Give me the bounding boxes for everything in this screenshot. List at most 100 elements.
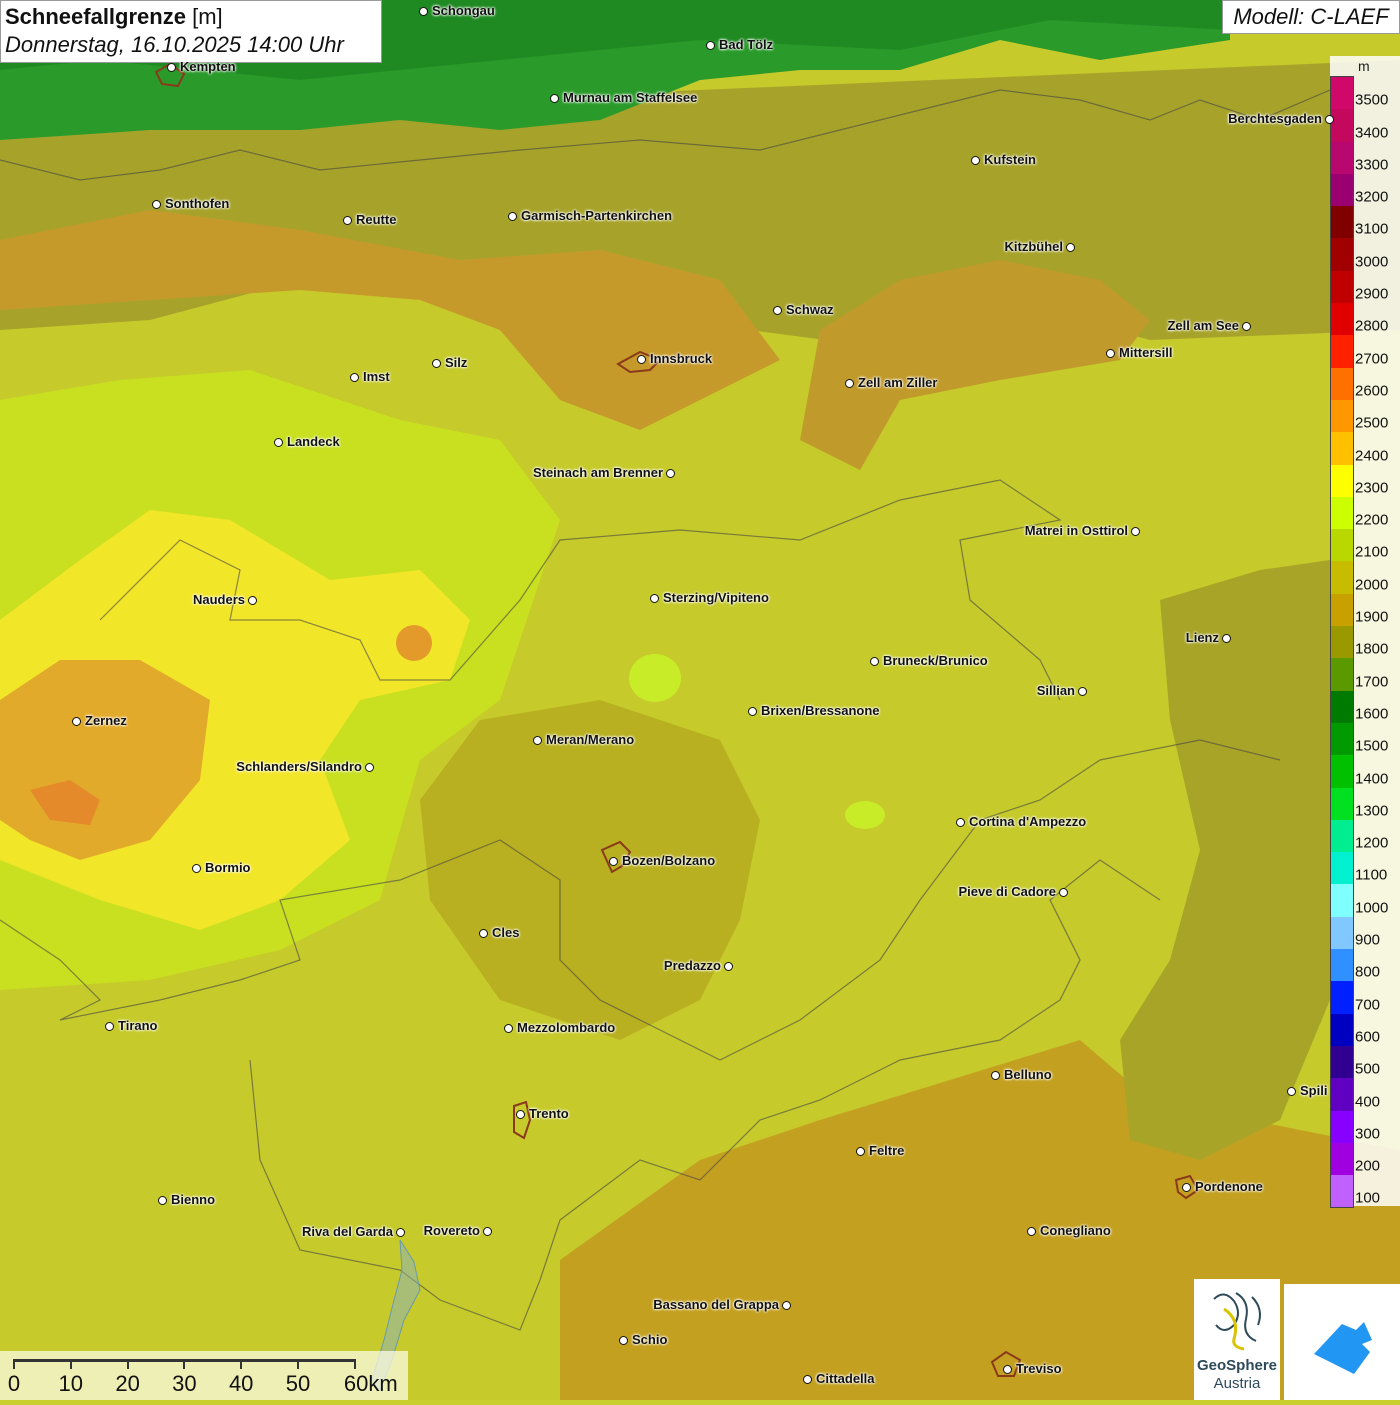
city-marker <box>533 736 542 745</box>
legend-label: 2100 <box>1355 543 1389 561</box>
city-label: Bormio <box>205 860 251 875</box>
city-label: Kempten <box>180 59 236 74</box>
scale-tick-label: 30 <box>172 1371 197 1396</box>
city-marker <box>248 596 257 605</box>
city-marker <box>1287 1087 1296 1096</box>
legend-label: 100 <box>1355 1189 1381 1207</box>
zone-lime-spot <box>629 654 681 702</box>
city-label: Cortina d'Ampezzo <box>969 814 1087 829</box>
legend-label: 1100 <box>1355 866 1388 884</box>
city-label: Bassano del Grappa <box>653 1297 779 1312</box>
legend-label: 500 <box>1355 1060 1381 1078</box>
legend-swatch <box>1331 1078 1353 1111</box>
city-label: Schwaz <box>786 302 834 317</box>
weather-app-logo[interactable] <box>1284 1284 1400 1400</box>
legend-label: 1000 <box>1355 899 1389 917</box>
model-label: Modell: C-LAEF <box>1222 0 1400 34</box>
legend-label: 2000 <box>1355 576 1389 594</box>
legend-swatch <box>1331 238 1353 271</box>
city-marker <box>1242 322 1251 331</box>
city-label: Conegliano <box>1040 1223 1111 1238</box>
city-label: Bienno <box>171 1192 216 1207</box>
city-marker <box>609 857 618 866</box>
city-marker <box>504 1024 513 1033</box>
city-marker <box>650 594 659 603</box>
legend-swatch <box>1331 1142 1353 1176</box>
scale-tick <box>353 1359 356 1369</box>
city-label: Brixen/Bressanone <box>761 703 880 718</box>
city-marker <box>706 41 715 50</box>
city-marker <box>666 469 675 478</box>
legend-swatch <box>1331 141 1353 174</box>
city-marker <box>274 438 283 447</box>
city-marker <box>550 94 559 103</box>
city-label: Imst <box>363 369 390 384</box>
legend-swatch <box>1331 206 1353 239</box>
city-label: Steinach am Brenner <box>532 465 663 480</box>
city-marker <box>748 707 757 716</box>
legend-unit: m <box>1358 58 1370 74</box>
city-label: Schlanders/Silandro <box>236 759 362 774</box>
city-label: Zernez <box>85 713 127 728</box>
city-marker <box>158 1196 167 1205</box>
legend-label: 600 <box>1355 1028 1381 1046</box>
color-legend: m 3500 3400 3300 3200 3100 3000 2900 2800 2700 26… <box>1330 56 1400 1209</box>
scale-tick-label: 10 <box>58 1371 84 1396</box>
scale-tick-label: 50 <box>285 1371 311 1396</box>
legend-label: 2200 <box>1355 511 1389 529</box>
city-label: Reutte <box>356 212 397 227</box>
city-label: Feltre <box>869 1143 905 1158</box>
legend-bar <box>1330 76 1354 1209</box>
legend-label: 1200 <box>1355 834 1389 852</box>
city-label: Berchtesgaden <box>1228 111 1322 126</box>
city-label: Nauders <box>192 592 245 607</box>
geosphere-logo-icon <box>1213 1292 1261 1351</box>
weather-app-logo-icon <box>1314 1322 1372 1374</box>
city-marker <box>856 1147 865 1156</box>
city-label: Kufstein <box>984 152 1036 167</box>
city-marker <box>619 1336 628 1345</box>
city-label: Murnau am Staffelsee <box>563 90 698 105</box>
city-marker <box>1106 349 1115 358</box>
city-marker <box>192 864 201 873</box>
legend-swatch <box>1331 77 1353 110</box>
scale-tick <box>13 1359 15 1369</box>
city-label: Sterzing/Vipiteno <box>663 590 769 605</box>
city-label: Matrei in Osttirol <box>1024 523 1128 538</box>
city-marker <box>516 1110 525 1119</box>
legend-swatch <box>1331 270 1353 304</box>
city-marker <box>508 212 517 221</box>
city-marker <box>956 818 965 827</box>
legend-swatch <box>1331 819 1353 853</box>
legend-label: 1300 <box>1355 802 1389 820</box>
legend-label: 3100 <box>1355 220 1389 238</box>
title-box: Schneefallgrenze [m] Donnerstag, 16.10.2… <box>0 0 382 63</box>
city-label: Zell am See <box>1167 318 1239 333</box>
zone-lime-spot-2 <box>845 801 885 829</box>
scale-tick <box>69 1359 72 1369</box>
scale-tick-label: 40 <box>228 1371 254 1396</box>
legend-swatch <box>1331 1110 1353 1143</box>
city-label: Pieve di Cadore <box>958 884 1056 899</box>
city-marker <box>971 156 980 165</box>
city-label: Zell am Ziller <box>858 375 938 390</box>
city-marker <box>1003 1365 1012 1374</box>
city-marker <box>105 1022 114 1031</box>
legend-swatch <box>1331 1175 1353 1208</box>
scale-tick <box>126 1359 129 1369</box>
city-marker <box>479 929 488 938</box>
scale-tick-label: 0 <box>7 1371 21 1396</box>
city-label: Spili <box>1300 1083 1328 1098</box>
city-label: Schongau <box>432 3 495 18</box>
scale-tick-label: 60km <box>343 1371 398 1396</box>
legend-swatch <box>1331 690 1353 723</box>
city-marker <box>1182 1183 1191 1192</box>
geosphere-logo-line1: GeoSphere <box>1196 1357 1278 1374</box>
city-label: Cles <box>492 925 520 940</box>
geosphere-logo[interactable]: GeoSphere Austria <box>1194 1279 1280 1400</box>
legend-label: 2500 <box>1355 414 1389 432</box>
city-label: Bad Tölz <box>719 37 774 52</box>
legend-label: 1900 <box>1355 608 1389 626</box>
legend-swatch <box>1331 529 1353 562</box>
legend-swatch <box>1331 367 1353 400</box>
